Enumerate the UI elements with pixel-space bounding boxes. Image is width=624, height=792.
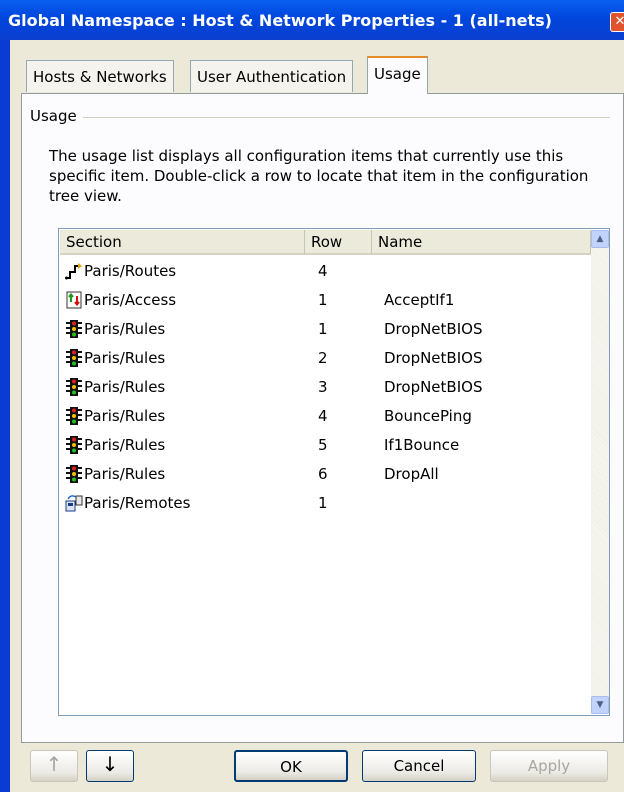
column-header-section[interactable]: Section — [60, 230, 305, 254]
usage-group-label: Usage — [30, 107, 83, 125]
cancel-button[interactable]: Cancel — [362, 750, 476, 782]
tab-user-authentication[interactable]: User Authentication — [190, 60, 354, 92]
column-header-row[interactable]: Row — [305, 230, 372, 254]
scroll-up-button[interactable]: ▲ — [591, 230, 609, 248]
table-row[interactable]: Paris/Rules 3 DropNetBIOS — [60, 373, 590, 402]
routes-icon — [65, 263, 82, 280]
arrow-up-icon: ↑ — [45, 752, 63, 776]
row-section: Paris/Remotes — [84, 494, 191, 512]
move-down-button[interactable]: ↓ — [86, 750, 134, 782]
row-name: DropAll — [384, 465, 439, 483]
vertical-scrollbar[interactable]: ▲ ▼ — [591, 230, 609, 714]
row-name: BouncePing — [384, 407, 472, 425]
apply-button[interactable]: Apply — [490, 750, 608, 782]
row-section: Paris/Rules — [84, 407, 166, 425]
group-divider — [30, 117, 610, 118]
row-name: DropNetBIOS — [384, 378, 483, 396]
rules-icon — [66, 378, 82, 396]
rules-icon — [66, 407, 82, 425]
row-section: Paris/Rules — [84, 320, 166, 338]
row-number: 4 — [318, 407, 328, 425]
row-name: DropNetBIOS — [384, 349, 483, 367]
rules-icon — [66, 465, 82, 483]
tab-hosts-networks[interactable]: Hosts & Networks — [26, 60, 174, 92]
row-number: 1 — [318, 291, 328, 309]
ok-button[interactable]: OK — [234, 750, 348, 782]
access-icon — [66, 291, 82, 309]
table-row[interactable]: Paris/Rules 1 DropNetBIOS — [60, 315, 590, 344]
remotes-icon — [65, 495, 83, 512]
scroll-down-button[interactable]: ▼ — [591, 696, 609, 714]
table-row[interactable]: Paris/Rules 2 DropNetBIOS — [60, 344, 590, 373]
column-header-name[interactable]: Name — [372, 230, 591, 254]
table-row[interactable]: Paris/Remotes 1 — [60, 489, 590, 518]
row-number: 1 — [318, 494, 328, 512]
row-number: 5 — [318, 436, 328, 454]
list-rows: Paris/Routes 4 Paris/Access 1 AcceptIf1 — [60, 257, 590, 518]
row-number: 3 — [318, 378, 328, 396]
usage-list[interactable]: Section Row Name Paris/Routes 4 Paris/Ac… — [58, 228, 610, 716]
chevron-up-icon: ▲ — [596, 234, 604, 244]
move-up-button[interactable]: ↑ — [30, 750, 78, 782]
row-number: 4 — [318, 262, 328, 280]
close-button[interactable]: ✕ — [610, 12, 624, 32]
row-name: AcceptIf1 — [384, 291, 455, 309]
row-section: Paris/Rules — [84, 378, 166, 396]
row-name: If1Bounce — [384, 436, 460, 454]
arrow-down-icon: ↓ — [101, 752, 119, 776]
row-section: Paris/Rules — [84, 465, 166, 483]
tab-usage[interactable]: Usage — [367, 56, 428, 94]
row-section: Paris/Access — [84, 291, 177, 309]
rules-icon — [66, 320, 82, 338]
window-title: Global Namespace : Host & Network Proper… — [8, 11, 552, 30]
table-row[interactable]: Paris/Routes 4 — [60, 257, 590, 286]
table-row[interactable]: Paris/Rules 4 BouncePing — [60, 402, 590, 431]
rules-icon — [66, 349, 82, 367]
table-row[interactable]: Paris/Access 1 AcceptIf1 — [60, 286, 590, 315]
table-row[interactable]: Paris/Rules 5 If1Bounce — [60, 431, 590, 460]
row-section: Paris/Rules — [84, 349, 166, 367]
dialog-window: Global Namespace : Host & Network Proper… — [0, 0, 624, 792]
usage-description: The usage list displays all configuratio… — [49, 147, 589, 205]
rules-icon — [66, 436, 82, 454]
row-section: Paris/Routes — [84, 262, 177, 280]
row-number: 1 — [318, 320, 328, 338]
row-name: DropNetBIOS — [384, 320, 483, 338]
table-row[interactable]: Paris/Rules 6 DropAll — [60, 460, 590, 489]
dialog-client: Hosts & Networks User Authentication Usa… — [10, 40, 624, 792]
chevron-down-icon: ▼ — [596, 700, 604, 710]
list-header: Section Row Name — [60, 230, 591, 255]
close-icon: ✕ — [614, 14, 624, 29]
row-number: 2 — [318, 349, 328, 367]
title-bar[interactable]: Global Namespace : Host & Network Proper… — [0, 0, 624, 40]
row-section: Paris/Rules — [84, 436, 166, 454]
row-number: 6 — [318, 465, 328, 483]
